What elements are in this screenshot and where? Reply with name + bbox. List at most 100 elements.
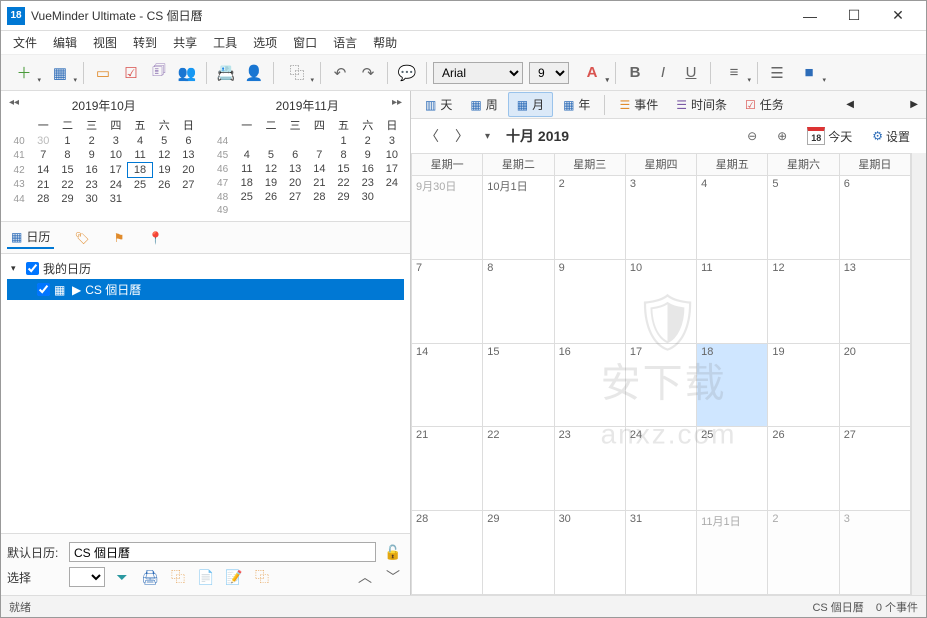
default-cal-input[interactable] (69, 542, 376, 562)
mini-day[interactable]: 6 (176, 134, 200, 148)
mini-day[interactable]: 21 (31, 178, 55, 193)
profile-button[interactable]: 👤 (241, 60, 267, 86)
tab-calendar[interactable]: ▦日历 (7, 226, 54, 249)
menu-0[interactable]: 文件 (5, 32, 45, 53)
mini-day[interactable]: 25 (128, 178, 152, 193)
day-cell[interactable]: 9月30日 (412, 176, 483, 260)
mini-day[interactable]: 14 (307, 162, 331, 176)
mini-day[interactable]: 17 (380, 162, 404, 176)
undo-button[interactable]: ↶ (327, 60, 353, 86)
day-cell[interactable]: 20 (840, 344, 911, 428)
note-button[interactable]: 🗊 (146, 60, 172, 86)
view-tab-week[interactable]: ▦周 (462, 93, 505, 116)
prev-month-button[interactable]: 〈 (421, 124, 443, 148)
mini-calendar-oct[interactable]: ◂◂ 2019年10月 一二三四五六日403012345641789101112… (7, 95, 201, 217)
mini-day[interactable] (259, 134, 283, 148)
mini-day[interactable] (128, 192, 152, 206)
mini-day[interactable] (235, 204, 259, 217)
day-cell[interactable]: 15 (483, 344, 554, 428)
day-cell[interactable]: 18 (697, 344, 768, 428)
copy-button[interactable]: ⿻ (167, 566, 189, 588)
underline-button[interactable]: U (678, 60, 704, 86)
day-cell[interactable]: 29 (483, 511, 554, 595)
mini-day[interactable] (331, 204, 355, 217)
mini-day[interactable]: 19 (259, 176, 283, 190)
mini-day[interactable]: 8 (55, 148, 79, 163)
font-size-select[interactable]: 9 (529, 62, 569, 84)
next-month-button[interactable]: 〉 (451, 124, 473, 148)
mini-day[interactable]: 9 (80, 148, 104, 163)
day-cell[interactable]: 31 (626, 511, 697, 595)
day-cell[interactable]: 11月1日 (697, 511, 768, 595)
mini-day[interactable]: 23 (80, 178, 104, 193)
day-cell[interactable]: 5 (768, 176, 839, 260)
tree-child-selected[interactable]: ▦ ▶ CS 個日曆 (7, 279, 404, 300)
mini-day[interactable]: 4 (235, 148, 259, 162)
day-cell[interactable]: 14 (412, 344, 483, 428)
mini-day[interactable]: 19 (152, 163, 176, 178)
rename-button[interactable]: 📝 (223, 566, 245, 588)
align-button[interactable]: ≡▾ (717, 60, 751, 86)
tab-locations[interactable]: 📍 (144, 229, 167, 247)
filter-button[interactable]: ⏷ (111, 566, 133, 588)
card-button[interactable]: 📇 (213, 60, 239, 86)
today-button[interactable]: 18今天 (801, 124, 858, 148)
mini-day[interactable]: 10 (104, 148, 128, 163)
day-cell[interactable]: 10月1日 (483, 176, 554, 260)
day-cell[interactable]: 3 (840, 511, 911, 595)
mini-day[interactable] (380, 190, 404, 204)
day-cell[interactable]: 8 (483, 260, 554, 344)
menu-4[interactable]: 共享 (165, 32, 205, 53)
day-cell[interactable]: 10 (626, 260, 697, 344)
mini-day[interactable]: 29 (55, 192, 79, 206)
expand-down-button[interactable]: ﹀ (382, 566, 404, 588)
fill-color-button[interactable]: ■▾ (792, 60, 826, 86)
mini-day[interactable] (307, 204, 331, 217)
mini-day[interactable]: 11 (128, 148, 152, 163)
mini-day[interactable]: 16 (356, 162, 380, 176)
day-cell[interactable]: 2 (768, 511, 839, 595)
mini-day[interactable]: 28 (307, 190, 331, 204)
day-cell[interactable]: 23 (555, 427, 626, 511)
day-cell[interactable]: 3 (626, 176, 697, 260)
mini-calendar-nov[interactable]: 2019年11月 ▸▸ 一二三四五六日441234545678910461112… (211, 95, 405, 217)
font-color-button[interactable]: A▾ (575, 60, 609, 86)
mini-day[interactable]: 12 (259, 162, 283, 176)
tree-child-checkbox[interactable] (37, 283, 50, 296)
mini-day[interactable]: 21 (307, 176, 331, 190)
paste-button[interactable]: 📄 (195, 566, 217, 588)
mini-day[interactable] (283, 204, 307, 217)
mini-day[interactable]: 24 (380, 176, 404, 190)
mini-cal-prev[interactable]: ◂◂ (9, 97, 19, 108)
mini-day[interactable]: 9 (356, 148, 380, 162)
mini-day[interactable]: 13 (283, 162, 307, 176)
expand-icon[interactable]: ▾ (11, 263, 22, 274)
mini-day[interactable]: 4 (128, 134, 152, 148)
lock-icon[interactable]: 🔓 (382, 541, 404, 563)
view-tab-month[interactable]: ▦月 (508, 92, 553, 117)
month-scrollbar[interactable] (911, 153, 926, 595)
day-cell[interactable]: 7 (412, 260, 483, 344)
duplicate-button[interactable]: ⿻ (251, 566, 273, 588)
mini-cal-next[interactable]: ▸▸ (392, 97, 402, 108)
mini-day[interactable]: 20 (283, 176, 307, 190)
mini-day[interactable]: 14 (31, 163, 55, 178)
mini-day[interactable]: 13 (176, 148, 200, 163)
mini-day[interactable]: 2 (80, 134, 104, 148)
mini-day[interactable]: 22 (55, 178, 79, 193)
menu-1[interactable]: 编辑 (45, 32, 85, 53)
day-cell[interactable]: 28 (412, 511, 483, 595)
description-button[interactable]: 💬 (394, 60, 420, 86)
day-cell[interactable]: 9 (555, 260, 626, 344)
view-tab-year[interactable]: ▦年 (555, 93, 598, 116)
mini-day[interactable]: 5 (259, 148, 283, 162)
day-cell[interactable]: 26 (768, 427, 839, 511)
mini-day[interactable]: 26 (259, 190, 283, 204)
mini-day[interactable]: 29 (331, 190, 355, 204)
mini-day[interactable]: 7 (31, 148, 55, 163)
view-tab-day[interactable]: ▥天 (417, 93, 460, 116)
day-cell[interactable]: 25 (697, 427, 768, 511)
month-grid[interactable]: 星期一星期二星期三星期四星期五星期六星期日9月30日10月1日234567891… (411, 153, 911, 595)
mini-day[interactable]: 18 (128, 163, 152, 178)
mini-day[interactable]: 15 (55, 163, 79, 178)
